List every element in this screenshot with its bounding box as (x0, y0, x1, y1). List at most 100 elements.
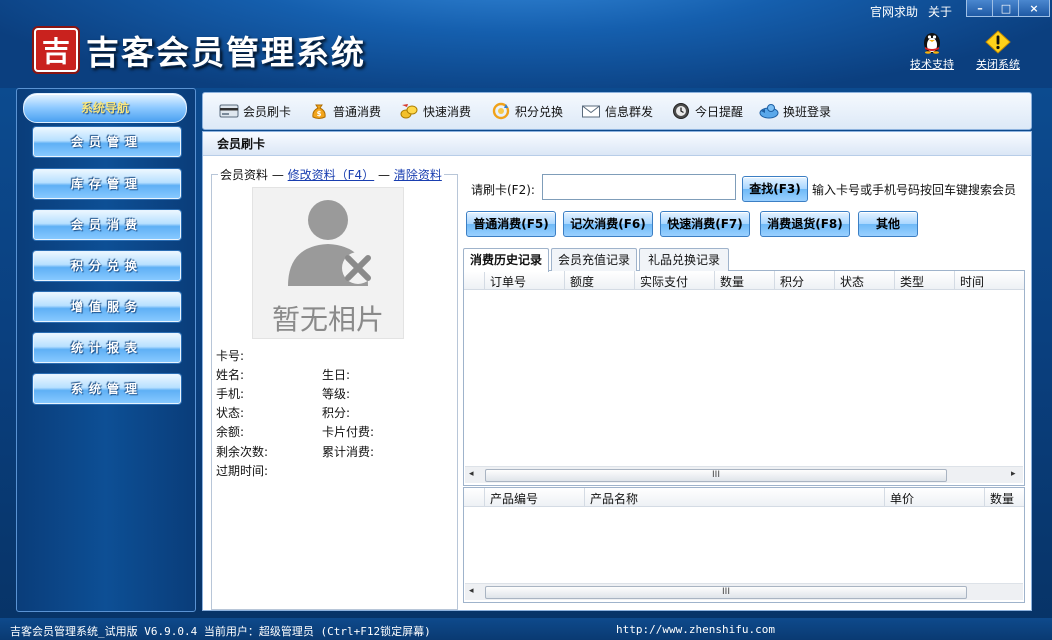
column-time[interactable]: 时间 (960, 273, 984, 290)
scroll-left-icon[interactable]: ◂ (469, 469, 474, 479)
column-divider (774, 271, 775, 289)
column-divider (564, 271, 565, 289)
toolbar-points-exchange[interactable]: 积分兑换 (491, 101, 563, 121)
close-system-button[interactable]: 关闭系统 (968, 30, 1028, 72)
normal-consume-button[interactable]: 普通消费(F5) (466, 211, 556, 237)
toolbar-label: 换班登录 (783, 104, 832, 119)
product-grid-header: 产品编号 产品名称 单价 数量 (464, 488, 1024, 507)
member-photo: 暂无相片 (252, 187, 404, 339)
field-points: 积分: (322, 406, 351, 420)
column-actual-paid[interactable]: 实际支付 (640, 273, 688, 290)
column-divider (884, 488, 885, 506)
maximize-button[interactable]: □ (992, 0, 1020, 17)
close-system-label: 关闭系统 (976, 58, 1020, 71)
column-divider (484, 271, 485, 289)
history-grid[interactable]: 订单号 额度 实际支付 数量 积分 状态 类型 时间 ◂ III ▸ (463, 270, 1025, 486)
toolbar-label: 普通消费 (333, 104, 382, 119)
column-divider (984, 488, 985, 506)
no-photo-label: 暂无相片 (271, 303, 384, 336)
clear-info-link[interactable]: 清除资料 (394, 168, 442, 182)
column-points[interactable]: 积分 (780, 273, 804, 290)
field-name: 姓名: (216, 368, 245, 382)
field-card-no: 卡号: (216, 349, 245, 363)
swipe-card-label: 请刷卡(F2): (471, 183, 535, 197)
sidebar-item-statistics-reports[interactable]: 统计报表 (33, 333, 181, 363)
about-link[interactable]: 关于 (928, 3, 952, 20)
tab-recharge-records[interactable]: 会员充值记录 (551, 248, 637, 271)
scroll-thumb[interactable]: III (485, 469, 947, 482)
column-product-name[interactable]: 产品名称 (590, 490, 638, 507)
tech-support-button[interactable]: 技术支持 (902, 30, 962, 72)
card-reader-icon (219, 104, 239, 118)
column-divider (714, 271, 715, 289)
toolbar-normal-consume[interactable]: $ 普通消费 (309, 101, 381, 121)
column-unit-price[interactable]: 单价 (890, 490, 914, 507)
app-window: 吉 吉客会员管理系统 官网求助 关于 – □ × 技术支持 关闭系统 系统导航 … (0, 0, 1052, 640)
member-info-legend: 会员资料 — 修改资料（F4） — 清除资料 (218, 166, 444, 183)
toolbar-label: 快速消费 (423, 104, 472, 119)
quick-consume-button[interactable]: 快速消费(F7) (660, 211, 750, 237)
swipe-card-input[interactable] (542, 174, 736, 200)
field-birthday: 生日: (322, 368, 351, 382)
penguin-icon (924, 33, 940, 54)
field-status: 状态: (216, 406, 245, 420)
column-divider (894, 271, 895, 289)
other-button[interactable]: 其他 (858, 211, 918, 237)
column-quantity[interactable]: 数量 (720, 273, 744, 290)
toolbar-quick-consume[interactable]: 快速消费 (399, 101, 471, 121)
svg-text:$: $ (317, 110, 322, 118)
refresh-coin-icon (492, 102, 510, 120)
column-order-no[interactable]: 订单号 (490, 273, 526, 290)
product-horizontal-scrollbar[interactable]: ◂ III (465, 583, 1023, 600)
toolbar-mass-message[interactable]: 信息群发 (581, 101, 653, 121)
column-amount[interactable]: 额度 (570, 273, 594, 290)
toolbar-shift-login[interactable]: 换班登录 (759, 101, 831, 121)
toolbar-label: 积分兑换 (515, 104, 564, 119)
envelope-icon (582, 105, 600, 118)
column-quantity[interactable]: 数量 (990, 490, 1014, 507)
refund-button[interactable]: 消费退货(F8) (760, 211, 850, 237)
scroll-left-icon[interactable]: ◂ (469, 586, 474, 596)
coins-icon (400, 104, 418, 119)
toolbar: 会员刷卡 $ 普通消费 快速消费 积分兑换 信息群发 今日提醒 换班登录 (202, 92, 1032, 130)
search-hint: 输入卡号或手机号码按回车键搜索会员 (812, 183, 1017, 197)
app-header: 吉 吉客会员管理系统 官网求助 关于 – □ × 技术支持 关闭系统 (0, 0, 1052, 88)
close-button[interactable]: × (1018, 0, 1050, 17)
field-expire-time: 过期时间: (216, 464, 269, 478)
column-divider (484, 488, 485, 506)
minimize-button[interactable]: – (966, 0, 994, 17)
sidebar-item-value-added-services[interactable]: 增值服务 (33, 292, 181, 322)
column-product-code[interactable]: 产品编号 (490, 490, 538, 507)
sidebar-item-points-exchange[interactable]: 积分兑换 (33, 251, 181, 281)
toolbar-label: 会员刷卡 (243, 104, 292, 119)
sidebar-item-member-consumption[interactable]: 会员消费 (33, 210, 181, 240)
column-type[interactable]: 类型 (900, 273, 924, 290)
toolbar-label: 信息群发 (605, 104, 654, 119)
search-button[interactable]: 查找(F3) (742, 176, 808, 202)
edit-info-link[interactable]: 修改资料（F4） (288, 168, 375, 182)
field-phone: 手机: (216, 387, 245, 401)
toolbar-member-swipe[interactable]: 会员刷卡 (219, 101, 291, 121)
tab-consumption-history[interactable]: 消费历史记录 (463, 248, 549, 272)
column-divider (954, 271, 955, 289)
history-grid-header: 订单号 额度 实际支付 数量 积分 状态 类型 时间 (464, 271, 1024, 290)
no-photo-user-icon (288, 200, 374, 286)
status-url: http://www.zhenshifu.com (616, 623, 775, 636)
app-title: 吉客会员管理系统 (86, 33, 366, 72)
official-help-link[interactable]: 官网求助 (870, 3, 918, 20)
tech-support-label: 技术支持 (910, 58, 954, 71)
scroll-thumb[interactable]: III (485, 586, 967, 599)
product-grid[interactable]: 产品编号 产品名称 单价 数量 ◂ III (463, 487, 1025, 603)
tab-gift-exchange-records[interactable]: 礼品兑换记录 (639, 248, 729, 271)
sidebar-item-system-management[interactable]: 系统管理 (33, 374, 181, 404)
count-consume-button[interactable]: 记次消费(F6) (563, 211, 653, 237)
toolbar-today-reminder[interactable]: 今日提醒 (671, 101, 743, 121)
clock-icon (673, 103, 689, 119)
field-card-fee: 卡片付费: (322, 425, 375, 439)
scroll-right-icon[interactable]: ▸ (1011, 469, 1016, 479)
column-status[interactable]: 状态 (840, 273, 864, 290)
sidebar-item-inventory-management[interactable]: 库存管理 (33, 169, 181, 199)
history-horizontal-scrollbar[interactable]: ◂ III ▸ (465, 466, 1023, 483)
field-balance: 余额: (216, 425, 245, 439)
sidebar-item-member-management[interactable]: 会员管理 (33, 127, 181, 157)
